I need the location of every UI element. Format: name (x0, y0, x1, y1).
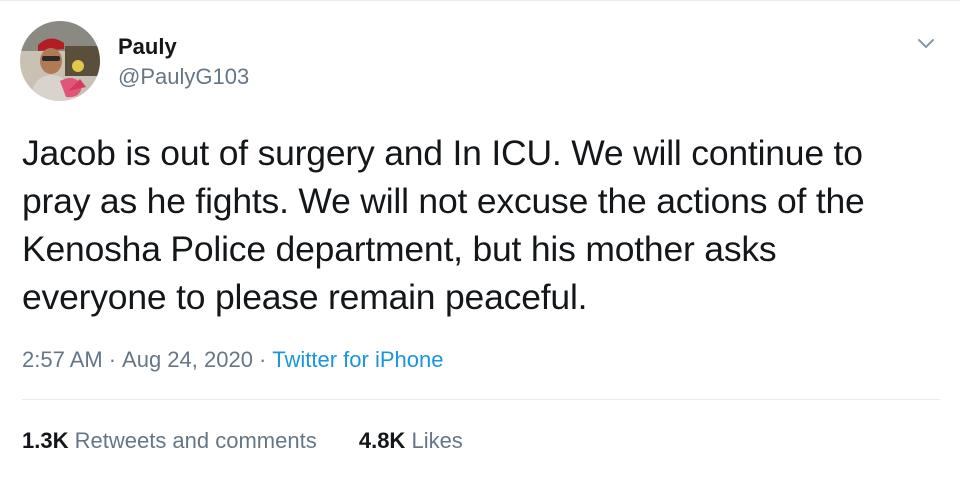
tweet-source-link[interactable]: Twitter for iPhone (272, 347, 443, 372)
tweet-text-line: everyone to please remain peaceful. (22, 277, 588, 317)
tweet-metadata: 2:57 AM · Aug 24, 2020 · Twitter for iPhone (22, 347, 443, 373)
author-display-name[interactable]: Pauly (118, 34, 177, 60)
tweet-text-line: Kenosha Police department, but his mothe… (22, 229, 777, 269)
tweet-card: Pauly @PaulyG103 Jacob is out of surgery… (0, 0, 960, 479)
author-handle[interactable]: @PaulyG103 (118, 64, 249, 90)
retweets-stat[interactable]: 1.3K Retweets and comments (22, 428, 323, 453)
likes-label: Likes (411, 428, 463, 453)
tweet-time[interactable]: 2:57 AM (22, 347, 103, 372)
separator: · (258, 347, 267, 372)
chevron-down-icon[interactable] (914, 31, 938, 55)
avatar[interactable] (20, 21, 100, 101)
separator: · (108, 347, 117, 372)
tweet-stats: 1.3K Retweets and comments 4.8K Likes (22, 428, 463, 454)
tweet-text: Jacob is out of surgery and In ICU. We w… (22, 129, 942, 321)
retweets-count: 1.3K (22, 428, 69, 453)
likes-stat[interactable]: 4.8K Likes (359, 428, 463, 453)
tweet-text-line: Jacob is out of surgery and In ICU. We w… (22, 133, 863, 173)
likes-count: 4.8K (358, 428, 406, 453)
profile-photo-icon (20, 21, 100, 101)
tweet-date[interactable]: Aug 24, 2020 (122, 347, 253, 372)
tweet-text-line: pray as he fights. We will not excuse th… (22, 181, 865, 221)
retweets-label: Retweets and comments (74, 428, 317, 453)
divider (22, 399, 940, 400)
